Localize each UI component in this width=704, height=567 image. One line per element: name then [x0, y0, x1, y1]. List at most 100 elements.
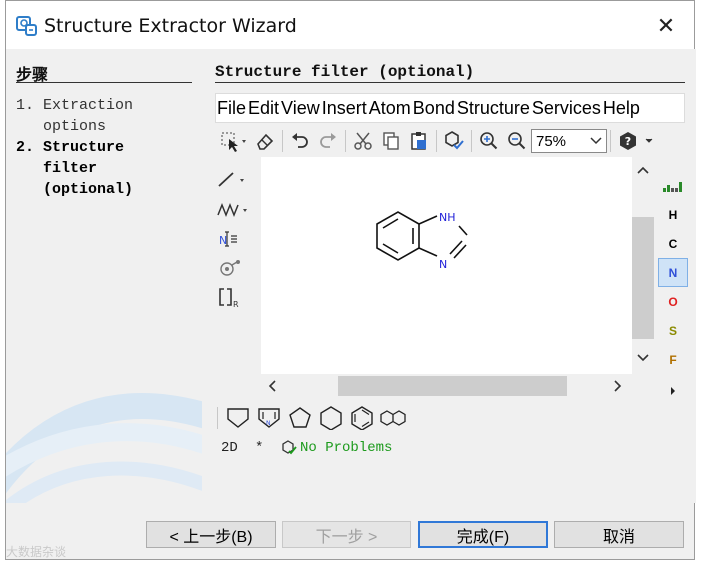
- structure-canvas[interactable]: NH N: [261, 157, 632, 374]
- finish-button[interactable]: 完成(F): [418, 521, 548, 548]
- element-s-button[interactable]: S: [658, 316, 688, 345]
- editor-menu-bar: File Edit View Insert Atom Bond Structur…: [215, 93, 685, 123]
- window-title: Structure Extractor Wizard: [44, 15, 297, 37]
- benzene-template[interactable]: [346, 404, 377, 432]
- zoom-in-button[interactable]: [475, 127, 503, 155]
- zoom-out-button[interactable]: [503, 127, 531, 155]
- undo-button[interactable]: [286, 127, 314, 155]
- benzene-icon: [350, 406, 373, 430]
- toolbar-separator: [610, 130, 611, 152]
- step-item-2: 2. Structure filter (optional): [16, 137, 133, 200]
- horizontal-scroll-thumb[interactable]: [338, 376, 567, 396]
- benzimidazole-structure: NH N: [376, 211, 468, 271]
- step-item-1: 1. Extraction options: [16, 95, 133, 137]
- clean-structure-button[interactable]: [440, 127, 468, 155]
- element-symbol: N: [668, 265, 678, 280]
- toolbar-separator: [471, 130, 472, 152]
- redo-icon: [320, 133, 336, 148]
- drawing-tools: N R: [215, 167, 251, 327]
- element-o-button[interactable]: O: [658, 287, 688, 316]
- step-number: 2.: [16, 139, 35, 156]
- step-number: 1.: [16, 97, 35, 114]
- page-title: Structure filter (optional): [215, 63, 475, 81]
- cancel-button[interactable]: 取消: [554, 521, 684, 548]
- caret-down-icon: [645, 138, 653, 143]
- undo-icon: [292, 133, 308, 148]
- naphthalene-template[interactable]: [377, 404, 408, 432]
- element-more-button[interactable]: [658, 376, 688, 405]
- redo-button[interactable]: [314, 127, 342, 155]
- svg-text:N: N: [219, 234, 227, 247]
- editor-status-bar: 2D * No Problems: [221, 437, 521, 459]
- title-divider: [215, 82, 685, 83]
- steps-divider: [16, 82, 192, 83]
- bracket-icon: R: [219, 288, 239, 309]
- scroll-left-icon[interactable]: [268, 380, 276, 392]
- paste-button[interactable]: [405, 127, 433, 155]
- menu-edit[interactable]: Edit: [247, 98, 280, 119]
- element-symbol: S: [668, 323, 677, 338]
- close-button[interactable]: ✕: [646, 9, 686, 43]
- menu-atom[interactable]: Atom: [368, 98, 412, 119]
- erase-button[interactable]: [251, 127, 279, 155]
- selection-icon: [221, 132, 246, 152]
- eraser-icon: [257, 133, 274, 150]
- scroll-down-icon[interactable]: [637, 354, 649, 362]
- vertical-scroll-thumb[interactable]: [632, 217, 654, 339]
- help-icon: ?: [620, 132, 636, 150]
- menu-services[interactable]: Services: [531, 98, 602, 119]
- periodic-table-button[interactable]: [658, 171, 688, 200]
- selection-tool-button[interactable]: [215, 127, 251, 155]
- zoom-value: 75%: [536, 132, 567, 150]
- element-f-button[interactable]: F: [658, 345, 688, 374]
- element-palette: H C N O S F: [658, 171, 688, 401]
- toolbar-overflow-button[interactable]: [642, 127, 656, 155]
- help-button[interactable]: ?: [614, 127, 642, 155]
- element-n-button[interactable]: N: [658, 258, 688, 287]
- copy-icon: [383, 132, 399, 150]
- single-bond-tool[interactable]: [215, 167, 249, 193]
- element-c-button[interactable]: C: [658, 229, 688, 258]
- back-button[interactable]: < 上一步(B): [146, 521, 276, 548]
- pentagon-template[interactable]: [284, 404, 315, 432]
- periodic-table-icon: [663, 181, 682, 192]
- svg-text:N: N: [266, 420, 271, 427]
- mode-indicator: 2D: [221, 440, 238, 456]
- menu-insert[interactable]: Insert: [321, 98, 368, 119]
- chain-icon: [217, 202, 247, 218]
- menu-file[interactable]: File: [216, 98, 247, 119]
- atom-text-tool[interactable]: N: [215, 226, 249, 252]
- menu-view[interactable]: View: [280, 98, 321, 119]
- shapes-separator: [217, 407, 218, 429]
- right-edge: [695, 0, 704, 567]
- element-h-button[interactable]: H: [658, 200, 688, 229]
- menu-structure[interactable]: Structure: [456, 98, 531, 119]
- element-symbol: F: [669, 352, 677, 367]
- chain-tool[interactable]: [215, 197, 249, 223]
- scissors-icon: [354, 132, 372, 150]
- steps-panel: 步骤 1. Extraction options 2. Structure fi…: [6, 49, 202, 503]
- hexagon-icon: [319, 406, 342, 430]
- pyrrole-template[interactable]: N: [253, 404, 284, 432]
- cyclohexane-template[interactable]: [315, 404, 346, 432]
- status-message: No Problems: [300, 440, 393, 456]
- pyrrole-icon: N: [257, 408, 280, 428]
- cyclopentane-template[interactable]: [222, 404, 253, 432]
- toolbar-separator: [345, 130, 346, 152]
- wizard-footer: < 上一步(B) 下一步 > 完成(F) 取消: [6, 503, 694, 559]
- reaction-tool[interactable]: [215, 255, 249, 281]
- scroll-up-icon[interactable]: [637, 166, 649, 174]
- pentagon-icon: [288, 407, 311, 428]
- bracket-tool[interactable]: R: [215, 285, 249, 311]
- watermark: 大数据杂谈: [6, 545, 67, 559]
- menu-bond[interactable]: Bond: [412, 98, 456, 119]
- cut-button[interactable]: [349, 127, 377, 155]
- pentagon-flat-icon: [226, 408, 249, 428]
- hexagon-check-icon: [445, 131, 464, 150]
- scroll-right-icon[interactable]: [614, 380, 622, 392]
- next-button[interactable]: 下一步 >: [282, 521, 411, 548]
- editor-toolbar: 75% ?: [215, 125, 685, 157]
- menu-help[interactable]: Help: [602, 98, 641, 119]
- zoom-select[interactable]: 75%: [531, 129, 607, 153]
- copy-button[interactable]: [377, 127, 405, 155]
